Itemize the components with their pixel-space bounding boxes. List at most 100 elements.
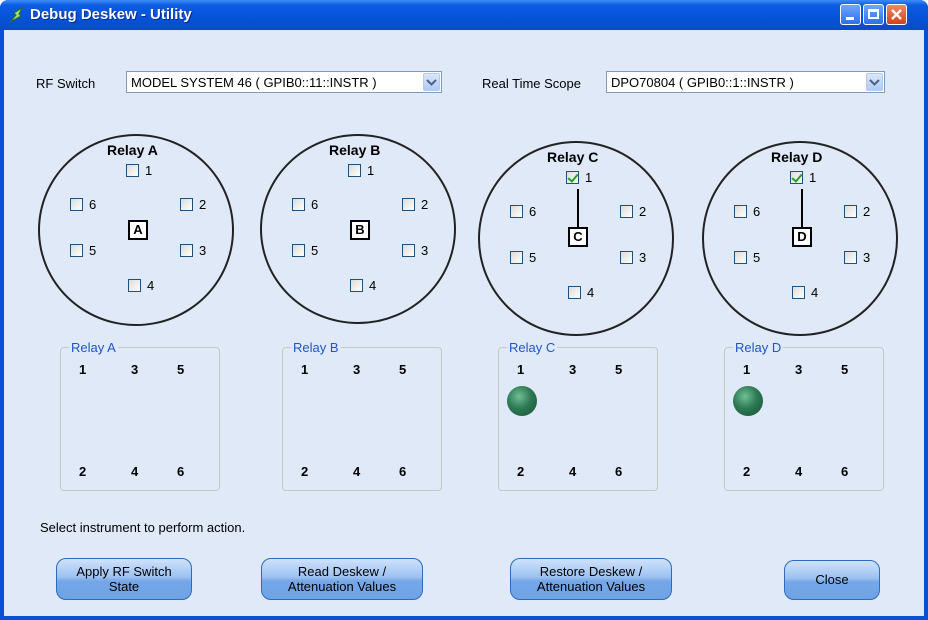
relay-title: Relay C (547, 149, 599, 165)
relay-connection-line (801, 189, 803, 227)
relay-port-checkbox[interactable] (620, 205, 633, 218)
relay-indicator-group: Relay A 1 3 5 2 4 6 (60, 340, 220, 491)
relay-port-checkbox[interactable] (348, 164, 361, 177)
rf-switch-label: RF Switch (36, 76, 96, 91)
port-number: 4 (569, 464, 577, 479)
relay-connection-line (577, 189, 579, 227)
relay-port-label: 1 (367, 163, 375, 178)
relay-port-label: 4 (811, 285, 819, 300)
relay-port-checkbox[interactable] (292, 198, 305, 211)
relay-title: Relay B (329, 142, 381, 158)
relay-indicator-group: Relay B 1 3 5 2 4 6 (282, 340, 442, 491)
group-title: Relay C (507, 340, 558, 355)
relay-port-label: 4 (369, 278, 377, 293)
chevron-down-icon[interactable] (866, 73, 883, 91)
port-number: 5 (841, 362, 849, 377)
relay-port-checkbox[interactable] (402, 198, 415, 211)
port-number: 6 (399, 464, 407, 479)
close-window-button[interactable] (886, 4, 907, 25)
button-label: Attenuation Values (536, 579, 646, 594)
relay-port-checkbox[interactable] (70, 198, 83, 211)
relay-port-checkbox[interactable] (792, 286, 805, 299)
button-label: Restore Deskew / (539, 564, 643, 579)
relay-center-label: B (350, 220, 370, 240)
app-icon (9, 6, 24, 23)
group-title: Relay A (69, 340, 118, 355)
restore-deskew-button[interactable]: Restore Deskew / Attenuation Values (510, 558, 672, 600)
port-number: 1 (517, 362, 525, 377)
rf-switch-select[interactable]: MODEL SYSTEM 46 ( GPIB0::11::INSTR ) (126, 71, 442, 93)
button-label: Close (815, 572, 849, 587)
relay-port-checkbox[interactable] (734, 205, 747, 218)
relay-port-checkbox[interactable] (566, 171, 579, 184)
relay-port-checkbox[interactable] (844, 205, 857, 218)
relay-port-label: 6 (89, 197, 97, 212)
relay-port-label: 1 (145, 163, 153, 178)
relay-indicator-group: Relay D 1 3 5 2 4 6 (724, 340, 884, 491)
button-label: Read Deskew / (297, 564, 387, 579)
relay-port-checkbox[interactable] (402, 244, 415, 257)
port-number: 3 (131, 362, 139, 377)
title-bar[interactable]: Debug Deskew - Utility (0, 0, 928, 30)
relay-port-checkbox[interactable] (510, 205, 523, 218)
relay-port-checkbox[interactable] (510, 251, 523, 264)
relay-title: Relay A (107, 142, 158, 158)
port-active-indicator (733, 386, 763, 416)
relay-port-label: 5 (529, 250, 537, 265)
button-label: Attenuation Values (287, 579, 397, 594)
port-number: 5 (615, 362, 623, 377)
port-number: 3 (569, 362, 577, 377)
relay-port-label: 5 (311, 243, 319, 258)
group-title: Relay D (733, 340, 784, 355)
relay-port-label: 2 (199, 197, 207, 212)
app-window: Debug Deskew - Utility RF Switch MODEL S… (0, 0, 928, 620)
relay-port-checkbox[interactable] (180, 198, 193, 211)
relay-indicator-group: Relay C 1 3 5 2 4 6 (498, 340, 658, 491)
relay-port-label: 6 (529, 204, 537, 219)
relay-port-checkbox[interactable] (180, 244, 193, 257)
relay-port-checkbox[interactable] (734, 251, 747, 264)
relay-port-label: 4 (587, 285, 595, 300)
relay-center-label: A (128, 220, 148, 240)
relay-port-label: 6 (753, 204, 761, 219)
port-active-indicator (507, 386, 537, 416)
window-title: Debug Deskew - Utility (30, 6, 192, 23)
chevron-down-icon[interactable] (423, 73, 440, 91)
port-number: 6 (841, 464, 849, 479)
minimize-button[interactable] (840, 4, 861, 25)
relay-port-checkbox[interactable] (844, 251, 857, 264)
relay-port-label: 3 (863, 250, 871, 265)
button-label: Apply RF Switch (76, 564, 172, 579)
port-number: 5 (399, 362, 407, 377)
relay-port-label: 5 (753, 250, 761, 265)
maximize-icon (868, 9, 879, 19)
relay-port-checkbox[interactable] (128, 279, 141, 292)
relay-port-checkbox[interactable] (126, 164, 139, 177)
close-button[interactable]: Close (784, 560, 880, 600)
relay-port-label: 1 (585, 170, 593, 185)
port-number: 1 (743, 362, 751, 377)
relay-port-checkbox[interactable] (620, 251, 633, 264)
port-number: 2 (301, 464, 309, 479)
port-number: 6 (615, 464, 623, 479)
relay-port-checkbox[interactable] (790, 171, 803, 184)
scope-select[interactable]: DPO70804 ( GPIB0::1::INSTR ) (606, 71, 885, 93)
relay-diagram: Relay A A 1 2 3 4 5 6 (38, 134, 234, 326)
relay-diagram: Relay C C 1 2 3 4 5 6 (478, 141, 674, 336)
scope-value: DPO70804 ( GPIB0::1::INSTR ) (611, 75, 794, 90)
relay-port-checkbox[interactable] (350, 279, 363, 292)
relay-port-label: 2 (639, 204, 647, 219)
port-number: 4 (353, 464, 361, 479)
port-number: 3 (353, 362, 361, 377)
read-deskew-button[interactable]: Read Deskew / Attenuation Values (261, 558, 423, 600)
status-text: Select instrument to perform action. (40, 520, 246, 535)
relay-title: Relay D (771, 149, 823, 165)
relay-port-checkbox[interactable] (292, 244, 305, 257)
maximize-button[interactable] (863, 4, 884, 25)
group-title: Relay B (291, 340, 341, 355)
relay-port-checkbox[interactable] (70, 244, 83, 257)
relay-port-label: 3 (199, 243, 207, 258)
apply-rf-switch-state-button[interactable]: Apply RF Switch State (56, 558, 192, 600)
port-number: 2 (743, 464, 751, 479)
relay-port-checkbox[interactable] (568, 286, 581, 299)
